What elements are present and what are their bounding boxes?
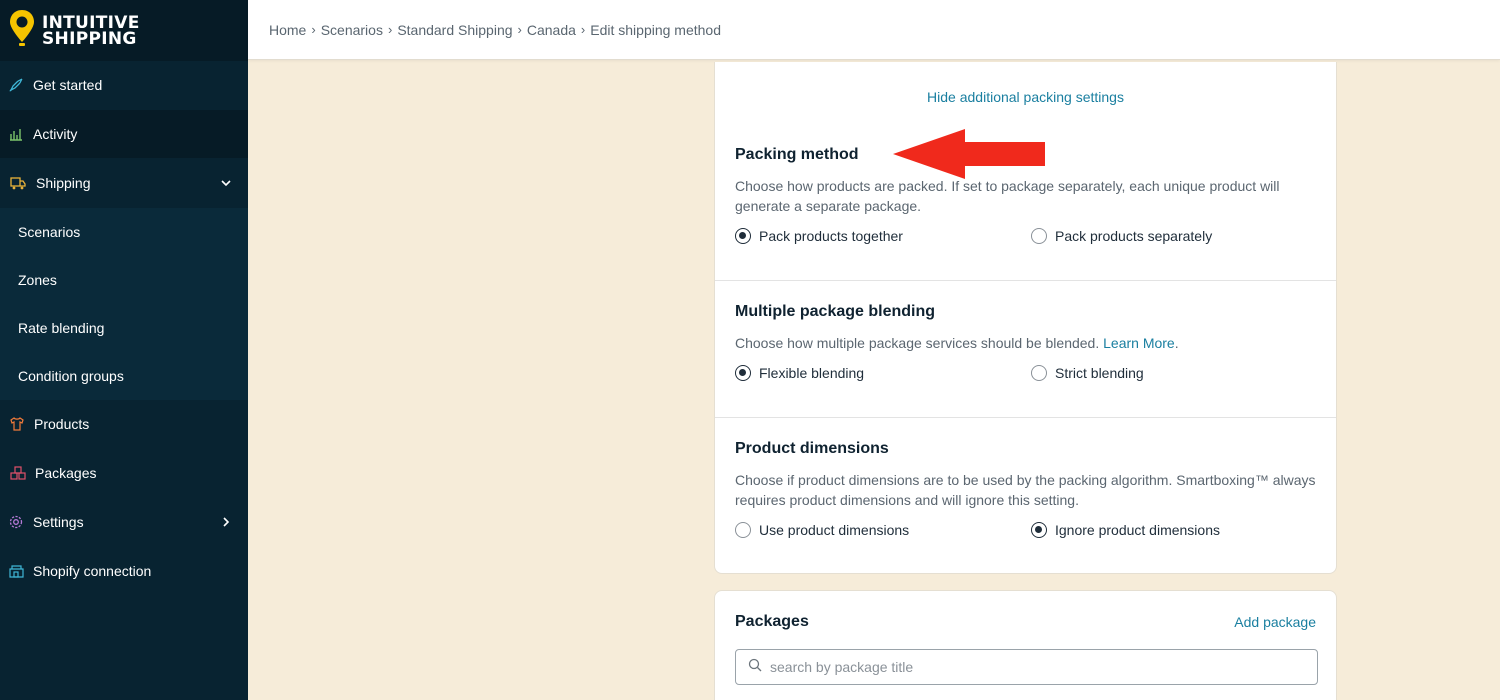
product-dimensions-description: Choose if product dimensions are to be u… (735, 472, 1316, 508)
radio-unselected-icon (735, 522, 751, 538)
radio-pack-separately[interactable]: Pack products separately (1031, 228, 1212, 244)
sidebar-item-label: Shipping (36, 175, 91, 191)
sidebar-item-get-started[interactable]: Get started (0, 61, 248, 109)
learn-more-link[interactable]: Learn More (1103, 335, 1175, 351)
sidebar-item-label: Zones (18, 272, 57, 288)
location-pin-icon (8, 8, 36, 53)
sidebar-item-shopify-connection[interactable]: Shopify connection (0, 547, 248, 595)
breadcrumb-current: Edit shipping method (590, 21, 722, 38)
packing-method-description: Choose how products are packed. If set t… (735, 178, 1280, 214)
sidebar-item-label: Products (34, 416, 90, 432)
product-dimensions-section: Product dimensions Choose if product dim… (715, 440, 1336, 510)
chevron-right-icon (220, 515, 232, 531)
radio-label: Pack products separately (1055, 228, 1213, 244)
sidebar-item-label: Scenarios (18, 224, 81, 240)
breadcrumb-home[interactable]: Home (269, 22, 306, 38)
boxes-icon (9, 464, 27, 482)
radio-selected-icon (735, 365, 751, 381)
sidebar-item-label: Activity (33, 126, 78, 142)
gear-icon (7, 513, 25, 531)
sidebar-item-label: Settings (33, 514, 84, 530)
sidebar-item-zones[interactable]: Zones (0, 256, 248, 304)
search-icon (748, 658, 762, 677)
sidebar-item-scenarios[interactable]: Scenarios (0, 208, 248, 256)
chevron-right-icon: › (580, 22, 586, 37)
shirt-icon (8, 415, 26, 433)
sidebar-item-label: Shopify connection (33, 563, 152, 579)
radio-unselected-icon (1031, 228, 1047, 244)
logo[interactable]: INTUITIVE SHIPPING (0, 0, 248, 61)
radio-selected-icon (1031, 522, 1047, 538)
packages-card: Packages Add package (714, 590, 1337, 700)
breadcrumb-scenarios[interactable]: Scenarios (321, 22, 383, 38)
sidebar-item-condition-groups[interactable]: Condition groups (0, 352, 248, 400)
sidebar-item-packages[interactable]: Packages (0, 449, 248, 497)
store-icon (7, 562, 25, 580)
sidebar-item-label: Condition groups (18, 368, 124, 384)
radio-ignore-dimensions[interactable]: Ignore product dimensions (1031, 522, 1220, 538)
breadcrumb: Home › Scenarios › Standard Shipping › C… (248, 0, 1500, 60)
radio-label: Pack products together (759, 228, 903, 244)
package-blending-title: Multiple package blending (735, 303, 936, 320)
radio-selected-icon (735, 228, 751, 244)
radio-label: Strict blending (1055, 365, 1144, 381)
breadcrumb-canada[interactable]: Canada (527, 22, 576, 38)
sidebar-item-label: Rate blending (18, 320, 105, 336)
add-package-link[interactable]: Add package (1234, 614, 1316, 630)
product-dimensions-options: Use product dimensions Ignore product di… (735, 522, 1315, 542)
package-search-input[interactable] (770, 659, 1290, 675)
sidebar-item-activity[interactable]: Activity (0, 110, 248, 158)
sidebar-item-label: Packages (35, 465, 97, 481)
package-blending-section: Multiple package blending Choose how mul… (715, 303, 1336, 353)
radio-label: Flexible blending (759, 365, 865, 381)
sidebar-item-rate-blending[interactable]: Rate blending (0, 304, 248, 352)
chevron-right-icon: › (311, 22, 316, 37)
radio-unselected-icon (1031, 365, 1047, 381)
sidebar-item-shipping[interactable]: Shipping (0, 159, 248, 207)
radio-flexible-blending[interactable]: Flexible blending (735, 365, 864, 381)
chevron-right-icon: › (517, 22, 522, 37)
breadcrumb-standard-shipping[interactable]: Standard Shipping (397, 22, 512, 38)
radio-label: Ignore product dimensions (1055, 522, 1220, 538)
chart-icon (7, 125, 25, 143)
truck-icon (9, 174, 27, 192)
hide-additional-settings-link[interactable]: Hide additional packing settings (715, 89, 1336, 105)
radio-pack-together[interactable]: Pack products together (735, 228, 903, 244)
package-blending-options: Flexible blending Strict blending (735, 365, 1315, 385)
package-search-box (735, 649, 1318, 685)
radio-strict-blending[interactable]: Strict blending (1031, 365, 1144, 381)
product-dimensions-title: Product dimensions (735, 440, 889, 457)
sidebar-item-label: Get started (33, 77, 103, 93)
package-blending-description: Choose how multiple package services sho… (735, 335, 1179, 351)
section-divider (715, 417, 1336, 418)
radio-label: Use product dimensions (759, 522, 910, 538)
sidebar: INTUITIVE SHIPPING Get started Activity … (0, 0, 248, 700)
brand-name: INTUITIVE SHIPPING (42, 12, 140, 49)
chevron-down-icon (220, 176, 232, 192)
radio-use-dimensions[interactable]: Use product dimensions (735, 522, 909, 538)
section-divider (715, 280, 1336, 281)
sidebar-item-settings[interactable]: Settings (0, 498, 248, 546)
packages-title: Packages (735, 613, 809, 630)
packing-method-options: Pack products together Pack products sep… (735, 228, 1315, 248)
rocket-icon (7, 76, 25, 94)
sidebar-item-products[interactable]: Products (0, 400, 248, 448)
chevron-right-icon: › (387, 22, 393, 37)
annotation-arrow-icon (893, 129, 1045, 179)
